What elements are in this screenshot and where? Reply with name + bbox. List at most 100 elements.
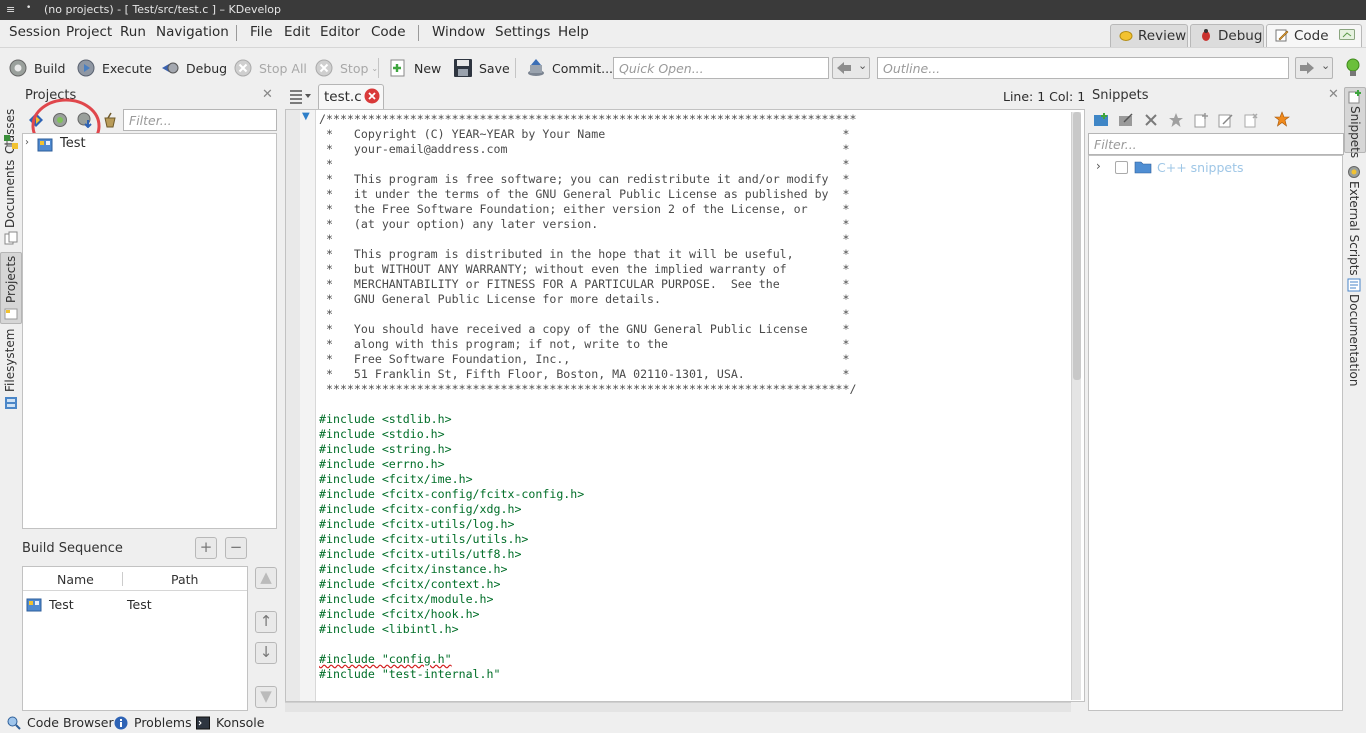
- move-bottom-button[interactable]: ▼: [255, 686, 277, 708]
- menu-run[interactable]: Run: [120, 24, 146, 40]
- menu-help[interactable]: Help: [558, 24, 589, 40]
- chevron-down-icon[interactable]: ⌄: [1321, 59, 1330, 72]
- navigate-back-group[interactable]: ⌄: [832, 57, 870, 79]
- lightbulb-icon[interactable]: [1343, 57, 1363, 79]
- clean-selection-icon[interactable]: [102, 112, 118, 128]
- code-line[interactable]: #include <fcitx/module.h>: [319, 592, 856, 607]
- remove-snippet-icon[interactable]: [1243, 112, 1259, 128]
- code-line[interactable]: #include <fcitx-config/xdg.h>: [319, 502, 856, 517]
- code-line[interactable]: * 51 Franklin St, Fifth Floor, Boston, M…: [319, 367, 856, 382]
- close-icon[interactable]: ✕: [1328, 87, 1339, 102]
- move-top-button[interactable]: ▲: [255, 567, 277, 589]
- stop-all-button[interactable]: Stop All: [233, 57, 307, 79]
- code-line[interactable]: * the Free Software Foundation; either v…: [319, 202, 856, 217]
- code-line[interactable]: * This program is free software; you can…: [319, 172, 856, 187]
- code-line[interactable]: #include <fcitx-utils/utf8.h>: [319, 547, 856, 562]
- menu-navigation[interactable]: Navigation: [156, 24, 229, 40]
- execute-button[interactable]: Execute: [76, 57, 152, 79]
- right-tab-external-scripts[interactable]: External Scripts: [1344, 163, 1366, 276]
- code-line[interactable]: #include "test-internal.h": [319, 667, 856, 682]
- code-line[interactable]: * *: [319, 232, 856, 247]
- fold-arrow-icon[interactable]: ▼: [302, 111, 310, 122]
- code-line[interactable]: [319, 397, 856, 412]
- code-editor[interactable]: ▼ /*************************************…: [285, 109, 1085, 702]
- navigate-forward-group[interactable]: ⌄: [1295, 57, 1333, 79]
- new-snippet-icon[interactable]: [1193, 112, 1209, 128]
- vertical-scrollbar[interactable]: [1071, 112, 1081, 700]
- tree-item-cpp-snippets[interactable]: C++ snippets: [1157, 160, 1244, 175]
- document-list-icon[interactable]: [289, 88, 311, 104]
- konsole-toolview[interactable]: Konsole: [196, 715, 264, 730]
- menu-settings[interactable]: Settings: [495, 24, 550, 40]
- code-line[interactable]: #include "config.h": [319, 652, 856, 667]
- column-header-name[interactable]: Name: [57, 572, 94, 587]
- code-line[interactable]: * MERCHANTABILITY or FITNESS FOR A PARTI…: [319, 277, 856, 292]
- code-line[interactable]: /***************************************…: [319, 112, 856, 127]
- code-line[interactable]: * Free Software Foundation, Inc., *: [319, 352, 856, 367]
- code-line[interactable]: #include <fcitx/context.h>: [319, 577, 856, 592]
- table-row[interactable]: Test Test: [23, 595, 247, 617]
- snippet-checkbox[interactable]: [1115, 161, 1128, 174]
- expand-arrow-icon[interactable]: ›: [25, 137, 29, 148]
- quick-open-input[interactable]: Quick Open...: [613, 57, 829, 79]
- outline-input[interactable]: Outline...: [877, 57, 1289, 79]
- code-line[interactable]: * it under the terms of the GNU General …: [319, 187, 856, 202]
- new-button[interactable]: New: [388, 57, 441, 79]
- pin-icon[interactable]: •: [26, 3, 31, 13]
- code-line[interactable]: [319, 637, 856, 652]
- menu-code[interactable]: Code: [371, 24, 406, 40]
- code-line[interactable]: #include <errno.h>: [319, 457, 856, 472]
- menu-edit[interactable]: Edit: [284, 24, 310, 40]
- close-tab-icon[interactable]: [364, 88, 380, 104]
- stop-button[interactable]: Stop ⌄: [314, 57, 378, 79]
- star-icon[interactable]: [1168, 112, 1184, 128]
- code-line[interactable]: ****************************************…: [319, 382, 857, 397]
- right-tab-snippets[interactable]: Snippets: [1344, 87, 1366, 158]
- code-browser-toolview[interactable]: Code Browser: [7, 715, 114, 730]
- projects-filter-input[interactable]: Filter...: [123, 109, 277, 131]
- remove-build-item-button[interactable]: −: [225, 537, 247, 559]
- close-icon[interactable]: ✕: [262, 87, 273, 102]
- problems-toolview[interactable]: Problems: [114, 715, 192, 730]
- code-line[interactable]: #include <fcitx-utils/log.h>: [319, 517, 856, 532]
- edit-repository-icon[interactable]: [1118, 112, 1134, 128]
- code-line[interactable]: #include <stdlib.h>: [319, 412, 856, 427]
- snippets-filter-input[interactable]: Filter...: [1088, 133, 1344, 155]
- arrow-right-icon[interactable]: [1299, 61, 1315, 75]
- code-line[interactable]: * along with this program; if not, write…: [319, 337, 856, 352]
- scroll-thumb[interactable]: [1073, 112, 1081, 380]
- code-line[interactable]: * *: [319, 307, 856, 322]
- code-line[interactable]: * GNU General Public License for more de…: [319, 292, 856, 307]
- area-tab-debug[interactable]: Debug: [1190, 24, 1264, 47]
- column-header-path[interactable]: Path: [171, 572, 198, 587]
- code-line[interactable]: #include <string.h>: [319, 442, 856, 457]
- menu-editor[interactable]: Editor: [320, 24, 360, 40]
- menu-session[interactable]: Session: [9, 24, 61, 40]
- arrow-left-icon[interactable]: [836, 61, 852, 75]
- menu-file[interactable]: File: [250, 24, 273, 40]
- expand-arrow-icon[interactable]: ›: [1096, 159, 1101, 173]
- code-line[interactable]: #include <fcitx/ime.h>: [319, 472, 856, 487]
- commit-button[interactable]: Commit...: [526, 57, 613, 79]
- area-tab-review[interactable]: Review: [1110, 24, 1188, 47]
- code-line[interactable]: #include <fcitx/instance.h>: [319, 562, 856, 577]
- chevron-down-icon[interactable]: ⌄: [858, 59, 867, 72]
- area-tab-code[interactable]: Code: [1266, 24, 1362, 47]
- code-line[interactable]: #include <fcitx-config/fcitx-config.h>: [319, 487, 856, 502]
- code-line[interactable]: #include <fcitx/hook.h>: [319, 607, 856, 622]
- code-line[interactable]: * This program is distributed in the hop…: [319, 247, 856, 262]
- code-line[interactable]: * *: [319, 157, 856, 172]
- code-line[interactable]: #include <stdio.h>: [319, 427, 856, 442]
- code-line[interactable]: * Copyright (C) YEAR~YEAR by Your Name *: [319, 127, 856, 142]
- menu-project[interactable]: Project: [66, 24, 112, 40]
- tree-item-test[interactable]: Test: [60, 136, 86, 151]
- debug-button[interactable]: Debug: [160, 57, 227, 79]
- code-line[interactable]: #include <libintl.h>: [319, 622, 856, 637]
- add-build-item-button[interactable]: +: [195, 537, 217, 559]
- code-line[interactable]: * your-email@address.com *: [319, 142, 856, 157]
- code-line[interactable]: * You should have received a copy of the…: [319, 322, 856, 337]
- build-button[interactable]: Build: [8, 57, 65, 79]
- menu-window[interactable]: Window: [432, 24, 485, 40]
- code-line[interactable]: * but WITHOUT ANY WARRANTY; without even…: [319, 262, 856, 277]
- edit-snippet-icon[interactable]: [1218, 112, 1234, 128]
